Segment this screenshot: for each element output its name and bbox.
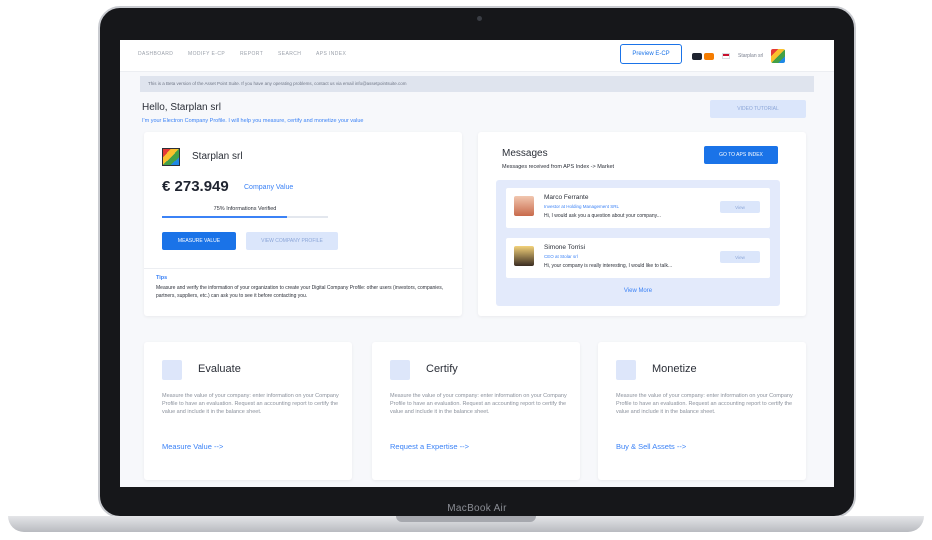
laptop-lid: DASHBOARD MODIFY E-CP REPORT SEARCH APS … <box>98 6 856 518</box>
buy-sell-assets-link[interactable]: Buy & Sell Assets --> <box>616 442 686 451</box>
feature-text: Measure the value of your company: enter… <box>616 393 793 415</box>
company-logo-icon <box>162 148 180 166</box>
device-label: MacBook Air <box>447 503 507 514</box>
request-expertise-link[interactable]: Request a Expertise --> <box>390 442 469 451</box>
certify-icon <box>390 360 410 380</box>
feature-title: Evaluate <box>198 363 241 375</box>
messages-subtitle: Messages received from APS Index -> Mark… <box>502 164 615 170</box>
measure-value-button[interactable]: MEASURE VALUE <box>162 232 236 250</box>
feature-card-certify: Certify Measure the value of your compan… <box>372 342 580 480</box>
feature-title: Monetize <box>652 363 697 375</box>
greeting-title: Hello, Starplan srl <box>142 102 221 113</box>
feature-card-monetize: Monetize Measure the value of your compa… <box>598 342 806 480</box>
messages-list: Marco Ferrante Investor at Holding Manag… <box>496 180 780 306</box>
verified-progress <box>162 216 328 218</box>
feature-text: Measure the value of your company: enter… <box>390 393 567 415</box>
camera-dot <box>477 16 482 21</box>
company-card: Starplan srl € 273.949 Company Value 75%… <box>144 132 462 316</box>
company-value-label: Company Value <box>244 184 294 191</box>
laptop-notch <box>396 516 536 522</box>
evaluate-icon <box>162 360 182 380</box>
avatar-simone-icon <box>514 246 534 266</box>
monetize-icon <box>616 360 636 380</box>
flag-icon[interactable] <box>722 53 730 59</box>
laptop-base <box>8 516 924 532</box>
nav-modify-ecp[interactable]: MODIFY E-CP <box>188 51 225 57</box>
preview-ecp-button[interactable]: Preview E-CP <box>620 44 682 64</box>
message-item[interactable]: Marco Ferrante Investor at Holding Manag… <box>506 188 770 228</box>
greeting-subtitle: I'm your Electron Company Profile. I wil… <box>142 118 364 124</box>
message-preview: Hi, your company is really interesting, … <box>544 263 673 269</box>
beta-notice: This is a Beta version of the Asset Poin… <box>140 76 814 92</box>
nav-search[interactable]: SEARCH <box>278 51 301 57</box>
user-name[interactable]: Starplan srl <box>738 53 763 59</box>
feature-text: Measure the value of your company: enter… <box>162 393 339 415</box>
verified-label: 75% Informations Verified <box>213 206 277 212</box>
view-more-link[interactable]: View More <box>496 288 780 294</box>
tips-section: Tips Measure and verify the information … <box>144 268 462 306</box>
view-company-profile-button[interactable]: VIEW COMPANY PROFILE <box>246 232 338 250</box>
messages-title: Messages <box>502 148 548 159</box>
measure-value-link[interactable]: Measure Value --> <box>162 442 223 451</box>
feature-card-evaluate: Evaluate Measure the value of your compa… <box>144 342 352 480</box>
company-logo-icon[interactable] <box>771 49 786 63</box>
nav-icons: Starplan srl <box>692 49 786 63</box>
tips-text: Measure and verify the information of yo… <box>156 285 444 299</box>
video-tutorial-button[interactable]: VIDEO TUTORIAL <box>710 100 806 118</box>
company-value: € 273.949 <box>162 178 229 195</box>
top-nav: DASHBOARD MODIFY E-CP REPORT SEARCH APS … <box>120 40 834 72</box>
view-message-button[interactable]: View <box>720 251 760 263</box>
laptop-mockup: DASHBOARD MODIFY E-CP REPORT SEARCH APS … <box>0 0 932 540</box>
messages-card: Messages Messages received from APS Inde… <box>478 132 806 316</box>
message-sender: Simone Torrisi <box>544 244 586 251</box>
nav-dashboard[interactable]: DASHBOARD <box>138 51 173 57</box>
message-sender: Marco Ferrante <box>544 194 589 201</box>
message-item[interactable]: Simone Torrisi CEO at Stolar srl Hi, you… <box>506 238 770 278</box>
avatar-marco-icon <box>514 196 534 216</box>
company-name: Starplan srl <box>192 151 243 162</box>
app-screen: DASHBOARD MODIFY E-CP REPORT SEARCH APS … <box>120 40 834 487</box>
message-role: CEO at Stolar srl <box>544 254 578 259</box>
go-to-aps-index-button[interactable]: GO TO APS INDEX <box>704 146 778 164</box>
tips-title: Tips <box>156 275 168 281</box>
feature-title: Certify <box>426 363 458 375</box>
message-preview: Hi, I would ask you a question about you… <box>544 213 661 219</box>
nav-report[interactable]: REPORT <box>240 51 263 57</box>
message-role: Investor at Holding Management SRL <box>544 204 620 209</box>
notification-icon[interactable] <box>692 52 702 60</box>
wallet-icon[interactable] <box>704 52 714 60</box>
nav-aps-index[interactable]: APS INDEX <box>316 51 346 57</box>
verified-progress-fill <box>162 216 287 218</box>
view-message-button[interactable]: View <box>720 201 760 213</box>
